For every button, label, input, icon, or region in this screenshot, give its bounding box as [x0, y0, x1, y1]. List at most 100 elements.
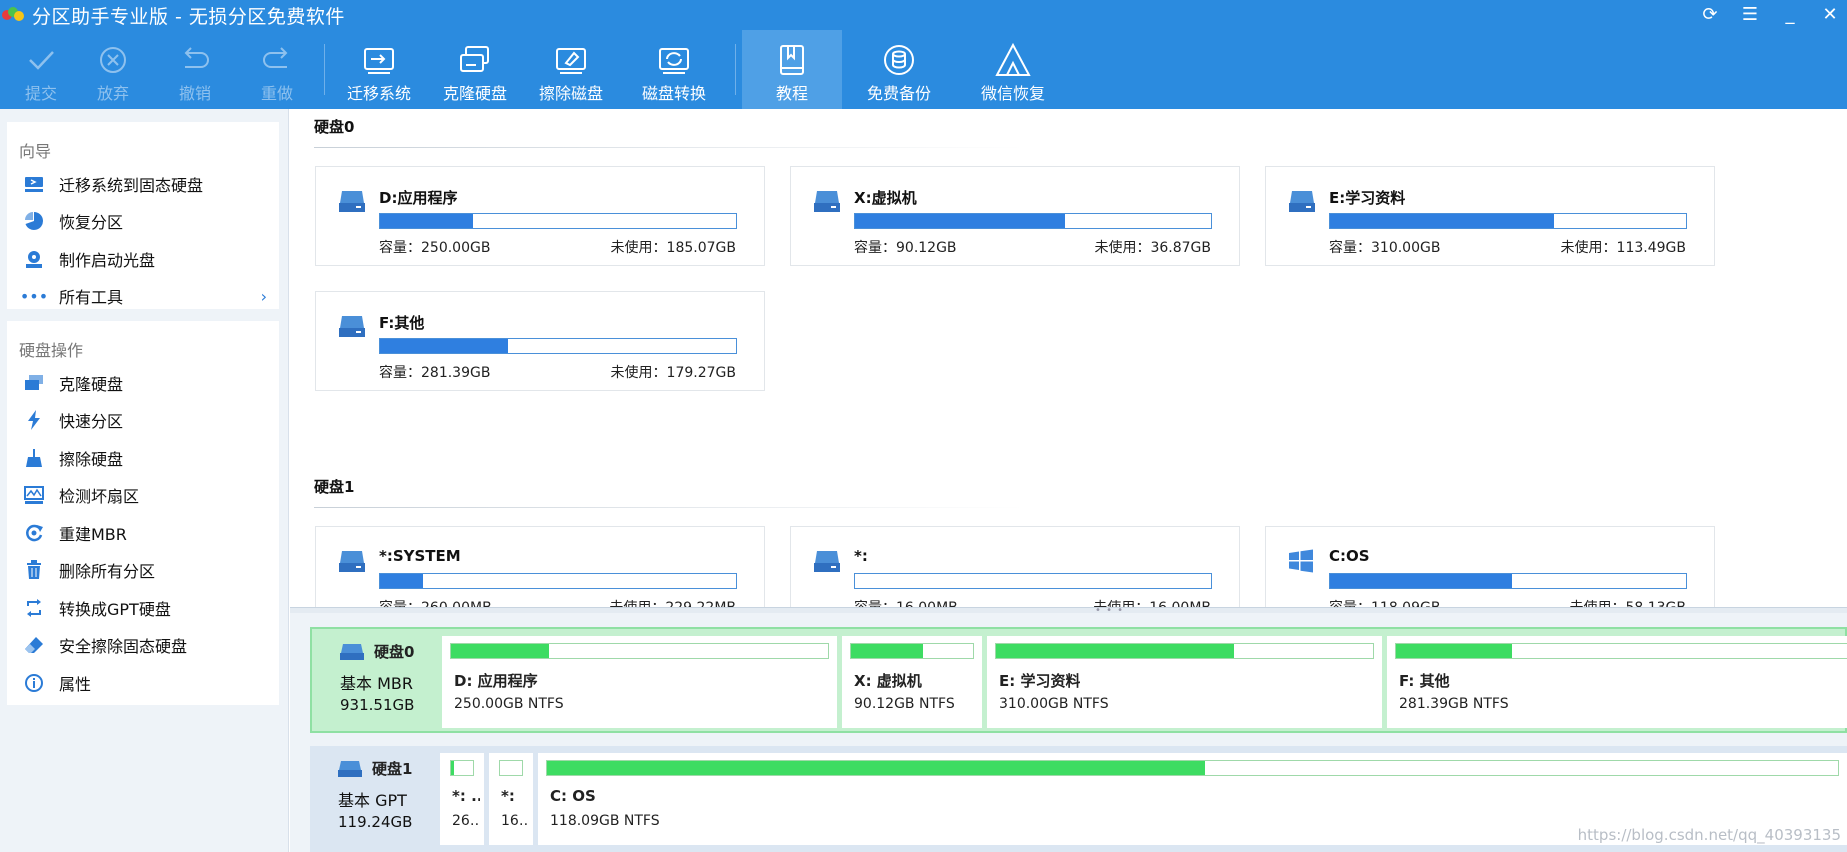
sidebar-item-secure-erase-ssd[interactable]: 安全擦除固态硬盘 — [7, 627, 279, 665]
sidebar-item-label: 快速分区 — [59, 412, 124, 432]
disk-convert-button[interactable]: 磁盘转换 — [619, 30, 729, 109]
sidebar-item-recover-partition[interactable]: 恢复分区 — [7, 203, 279, 241]
submit-label: 提交 — [24, 84, 57, 103]
guide-panel: 向导 迁移系统到固态硬盘 恢复分区 制作启动光盘 ••• 所有工具 › — [7, 122, 279, 309]
wechat-recover-label: 微信恢复 — [980, 84, 1045, 103]
partition-block[interactable]: *: 16… — [489, 753, 533, 845]
partition-name: E: 学习资料 — [999, 672, 1081, 690]
usage-bar — [546, 760, 1839, 776]
capacity-text: 容量：90.12GB — [854, 240, 957, 256]
sidebar-item-label: 属性 — [59, 674, 92, 694]
sidebar-item-rebuild-mbr[interactable]: 重建MBR — [7, 514, 279, 552]
partition-info: 90.12GB NTFS — [854, 696, 955, 712]
sidebar-item-delete-all-partitions[interactable]: 删除所有分区 — [7, 552, 279, 590]
scan-icon — [21, 485, 47, 505]
menu-icon[interactable]: ☰ — [1741, 4, 1759, 26]
wipe-icon — [21, 448, 47, 468]
trash-icon — [21, 560, 47, 580]
clone-icon — [455, 42, 495, 78]
partition-card[interactable]: F:其他 容量：281.39GB 未使用：179.27GB — [315, 291, 765, 391]
undo-button[interactable]: 撤销 — [154, 30, 236, 109]
sidebar-item-clone-disk[interactable]: 克隆硬盘 — [7, 364, 279, 402]
disk-label: 硬盘1 基本 GPT 119.24GB — [310, 746, 438, 852]
partition-block[interactable]: *: ... 26… — [440, 753, 484, 845]
divider — [314, 147, 1024, 148]
partition-block[interactable]: X: 虚拟机 90.12GB NTFS — [842, 636, 982, 728]
free-space-text: 未使用：179.27GB — [610, 365, 736, 381]
partition-card[interactable]: E:学习资料 容量：310.00GB 未使用：113.49GB — [1265, 166, 1715, 266]
sidebar-item-all-tools[interactable]: ••• 所有工具 › — [7, 278, 279, 316]
disk-icon — [338, 760, 362, 777]
sidebar-item-convert-gpt[interactable]: 转换成GPT硬盘 — [7, 589, 279, 627]
sidebar-item-quick-partition[interactable]: 快速分区 — [7, 402, 279, 440]
close-icon[interactable]: ✕ — [1821, 4, 1839, 26]
partition-info: 118.09GB NTFS — [550, 813, 660, 829]
usage-bar — [854, 573, 1212, 589]
sidebar-item-label: 重建MBR — [59, 524, 127, 544]
partition-card[interactable]: *:SYSTEM 容量：260.00MB 未使用：229.22MB — [315, 526, 765, 609]
submit-button[interactable]: 提交 — [0, 30, 82, 109]
partition-name: C:OS — [1329, 547, 1370, 565]
sidebar: 向导 迁移系统到固态硬盘 恢复分区 制作启动光盘 ••• 所有工具 › 硬盘操作 — [0, 109, 289, 852]
partition-name: C: OS — [550, 787, 596, 805]
redo-button[interactable]: 重做 — [236, 30, 318, 109]
free-space-text: 未使用：113.49GB — [1560, 240, 1686, 256]
discard-icon — [93, 42, 133, 78]
sidebar-item-label: 安全擦除固态硬盘 — [59, 637, 188, 657]
disk-title: 硬盘0 — [374, 643, 415, 661]
recover-icon — [993, 42, 1033, 78]
disk-row-0[interactable]: 硬盘0 基本 MBR 931.51GB D: 应用程序 250.00GB NTF… — [310, 627, 1847, 733]
refresh-icon[interactable]: ⟳ — [1701, 4, 1719, 26]
convert-icon — [654, 42, 694, 78]
wechat-recover-button[interactable]: 微信恢复 — [956, 30, 1070, 109]
clone-disk-label: 克隆硬盘 — [442, 84, 507, 103]
partition-block[interactable]: F: 其他 281.39GB NTFS — [1387, 636, 1847, 728]
partition-overview: 硬盘0 D:应用程序 容量：250.00GB 未使用：185.07GB X:虚拟… — [290, 109, 1847, 609]
sidebar-item-label: 擦除硬盘 — [59, 449, 124, 469]
partition-block[interactable]: D: 应用程序 250.00GB NTFS — [442, 636, 837, 728]
disk-icon — [340, 643, 364, 660]
partition-card[interactable]: X:虚拟机 容量：90.12GB 未使用：36.87GB — [790, 166, 1240, 266]
disk-ops-panel: 硬盘操作 克隆硬盘 快速分区 擦除硬盘 检测坏扇区 重建MBR 删除所有分区 转… — [7, 321, 279, 705]
partition-card[interactable]: C:OS 容量：118.09GB 未使用：58.13GB — [1265, 526, 1715, 609]
free-backup-button[interactable]: 免费备份 — [842, 30, 956, 109]
toolbar-separator — [735, 44, 736, 95]
free-space-text: 未使用：185.07GB — [610, 240, 736, 256]
sidebar-item-check-bad-sectors[interactable]: 检测坏扇区 — [7, 477, 279, 515]
disk-label: 硬盘0 基本 MBR 931.51GB — [312, 629, 440, 735]
free-backup-label: 免费备份 — [866, 84, 931, 103]
usage-bar — [379, 338, 737, 354]
wipe-disk-button[interactable]: 擦除磁盘 — [523, 30, 619, 109]
partition-name: X:虚拟机 — [854, 189, 917, 207]
sidebar-item-make-bootdisk[interactable]: 制作启动光盘 — [7, 240, 279, 278]
chevron-right-icon: › — [260, 286, 267, 306]
sidebar-item-label: 所有工具 — [59, 288, 124, 308]
partition-name: D:应用程序 — [379, 189, 458, 207]
partition-card[interactable]: D:应用程序 容量：250.00GB 未使用：185.07GB — [315, 166, 765, 266]
sidebar-item-migrate-ssd[interactable]: 迁移系统到固态硬盘 — [7, 165, 279, 203]
discard-button[interactable]: 放弃 — [72, 30, 154, 109]
migrate-system-button[interactable]: 迁移系统 — [331, 30, 427, 109]
clone-disk-button[interactable]: 克隆硬盘 — [427, 30, 523, 109]
window-title: 分区助手专业版 - 无损分区免费软件 — [32, 5, 345, 28]
partition-name: *: ... — [452, 787, 480, 805]
undo-icon — [175, 42, 215, 78]
clone-icon — [21, 373, 47, 393]
check-icon — [21, 42, 61, 78]
partition-card[interactable]: *: 容量：16.00MB 未使用：16.00MB — [790, 526, 1240, 609]
minimize-icon[interactable]: _ — [1781, 4, 1799, 26]
sidebar-item-properties[interactable]: 属性 — [7, 664, 279, 702]
migrate-icon — [359, 42, 399, 78]
disk-icon — [813, 549, 841, 573]
bootdisk-icon — [21, 249, 47, 269]
partition-block[interactable]: E: 学习资料 310.00GB NTFS — [987, 636, 1382, 728]
disk-type: 基本 MBR — [340, 674, 413, 693]
tutorial-button[interactable]: 教程 — [742, 30, 842, 109]
sidebar-item-label: 克隆硬盘 — [59, 374, 124, 394]
partition-name: X: 虚拟机 — [854, 672, 922, 690]
disk-icon — [338, 314, 366, 338]
discard-label: 放弃 — [96, 84, 129, 103]
usage-bar — [995, 643, 1374, 659]
sidebar-item-wipe-disk[interactable]: 擦除硬盘 — [7, 439, 279, 477]
pie-icon — [21, 211, 47, 231]
